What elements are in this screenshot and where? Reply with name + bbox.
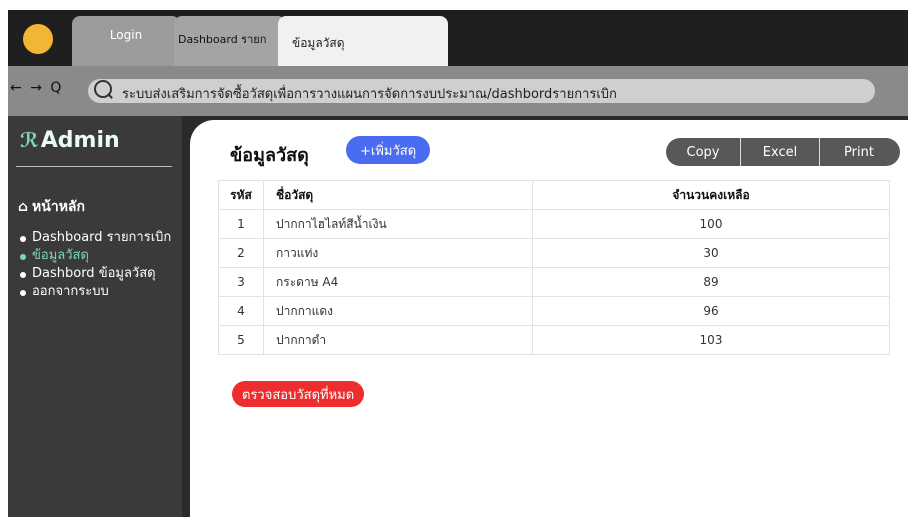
sidebar-item-dashboard-material[interactable]: Dashbord ข้อมูลวัสดุ bbox=[18, 266, 178, 282]
cell-id: 5 bbox=[218, 325, 264, 355]
home-icon: ⌂ bbox=[18, 199, 29, 215]
tab-material-data-label: ข้อมูลวัสดุ bbox=[292, 36, 345, 50]
sidebar-home[interactable]: ⌂ หน้าหลัก bbox=[18, 196, 85, 218]
cell-quantity: 30 bbox=[532, 238, 890, 268]
header-id: รหัส bbox=[218, 180, 264, 210]
cell-id: 4 bbox=[218, 296, 264, 326]
avatar[interactable] bbox=[23, 24, 53, 54]
cell-quantity: 96 bbox=[532, 296, 890, 326]
cell-id: 2 bbox=[218, 238, 264, 268]
cell-id: 1 bbox=[218, 209, 264, 239]
tab-dashboard-label: Dashboard รายก bbox=[178, 33, 267, 46]
sidebar-item-dashboard-withdraw[interactable]: Dashboard รายการเบิก bbox=[18, 230, 178, 246]
cell-name: กระดาษ A4 bbox=[263, 267, 533, 297]
header-quantity: จำนวนคงเหลือ bbox=[532, 180, 890, 210]
check-out-of-stock-button[interactable]: ตรวจสอบวัสดุที่หมด bbox=[232, 381, 365, 407]
material-table: รหัส ชื่อวัสดุ จำนวนคงเหลือ 1 ปากกาไฮไลท… bbox=[218, 180, 890, 355]
sidebar-divider bbox=[16, 166, 172, 167]
cell-name: ปากกาไฮไลท์สีน้ำเงิน bbox=[263, 209, 533, 239]
copy-button[interactable]: Copy bbox=[666, 138, 740, 166]
page-title: ข้อมูลวัสดุ bbox=[230, 145, 309, 166]
cell-quantity: 103 bbox=[532, 325, 890, 355]
add-material-button[interactable]: +เพิ่มวัสดุ bbox=[346, 136, 431, 164]
table-row[interactable]: 5 ปากกาดำ 103 bbox=[218, 325, 890, 355]
cell-name: ปากกาแดง bbox=[263, 296, 533, 326]
table-header-row: รหัส ชื่อวัสดุ จำนวนคงเหลือ bbox=[218, 180, 890, 210]
sidebar-menu: Dashboard รายการเบิก ข้อมูลวัสดุ Dashbor… bbox=[18, 230, 178, 302]
back-icon[interactable]: ← bbox=[10, 80, 23, 96]
tab-material-data[interactable]: ข้อมูลวัสดุ bbox=[278, 16, 448, 66]
print-button[interactable]: Print bbox=[820, 138, 898, 166]
cell-name: กาวแท่ง bbox=[263, 238, 533, 268]
brand-logo: ℛAdmin bbox=[20, 128, 120, 153]
sidebar-item-material-data[interactable]: ข้อมูลวัสดุ bbox=[18, 248, 178, 264]
refresh-icon[interactable]: Q bbox=[50, 80, 62, 96]
cell-quantity: 89 bbox=[532, 267, 890, 297]
url-field[interactable]: ระบบส่งเสริมการจัดซื้อวัสดุเพื่อการวางแผ… bbox=[88, 79, 875, 103]
cell-quantity: 100 bbox=[532, 209, 890, 239]
header-name: ชื่อวัสดุ bbox=[263, 180, 533, 210]
brand-title: Admin bbox=[40, 128, 120, 153]
cell-id: 3 bbox=[218, 267, 264, 297]
address-bar: ← → Q ระบบส่งเสริมการจัดซื้อวัสดุเพื่อกา… bbox=[8, 66, 908, 116]
tab-strip: Login Dashboard รายก ข้อมูลวัสดุ bbox=[8, 10, 908, 66]
sidebar-home-label: หน้าหลัก bbox=[32, 199, 85, 215]
table-row[interactable]: 3 กระดาษ A4 89 bbox=[218, 267, 890, 297]
sidebar-item-logout[interactable]: ออกจากระบบ bbox=[18, 284, 178, 300]
cell-name: ปากกาดำ bbox=[263, 325, 533, 355]
export-buttons: Copy Excel Print bbox=[666, 138, 900, 166]
table-row[interactable]: 1 ปากกาไฮไลท์สีน้ำเงิน 100 bbox=[218, 209, 890, 239]
url-text: ระบบส่งเสริมการจัดซื้อวัสดุเพื่อการวางแผ… bbox=[122, 87, 617, 102]
table-row[interactable]: 4 ปากกาแดง 96 bbox=[218, 296, 890, 326]
user-icon: ℛ bbox=[20, 128, 39, 152]
tab-login-label: Login bbox=[109, 28, 143, 42]
sidebar: ℛAdmin ⌂ หน้าหลัก Dashboard รายการเบิก ข้… bbox=[8, 116, 182, 517]
excel-button[interactable]: Excel bbox=[740, 138, 820, 166]
tab-login[interactable]: Login bbox=[72, 16, 180, 66]
table-row[interactable]: 2 กาวแท่ง 30 bbox=[218, 238, 890, 268]
forward-icon[interactable]: → bbox=[30, 80, 43, 96]
search-icon bbox=[94, 80, 112, 98]
browser-window: Login Dashboard รายก ข้อมูลวัสดุ ← → Q ร… bbox=[8, 10, 908, 517]
main-content: ข้อมูลวัสดุ +เพิ่มวัสดุ Copy Excel Print… bbox=[190, 120, 908, 517]
tab-dashboard[interactable]: Dashboard รายก bbox=[174, 16, 286, 66]
